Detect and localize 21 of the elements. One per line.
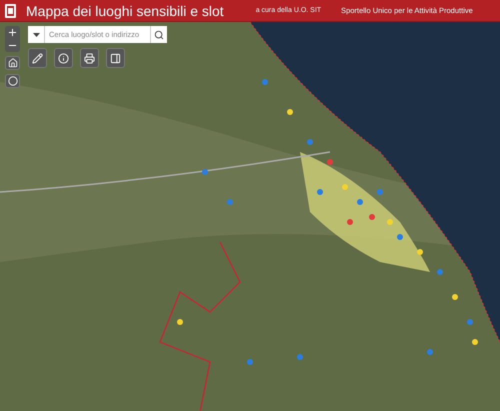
- zoom-in-button[interactable]: [5, 26, 20, 39]
- app-title: Mappa dei luoghi sensibili e slot: [26, 2, 224, 18]
- info-button[interactable]: [54, 48, 73, 68]
- measure-button[interactable]: [28, 48, 47, 68]
- search-icon: [154, 30, 164, 40]
- caret-icon: [32, 32, 40, 36]
- plus-icon: [7, 27, 18, 38]
- printer-icon: [84, 52, 95, 64]
- home-icon: [8, 58, 18, 68]
- info-icon: [58, 52, 69, 64]
- dropdown-button[interactable]: [28, 26, 45, 43]
- home-button[interactable]: [5, 56, 20, 70]
- pencil-icon: [32, 52, 43, 64]
- circle-icon: [8, 76, 18, 86]
- search-button[interactable]: [150, 26, 167, 43]
- panel-button[interactable]: [106, 48, 125, 68]
- logo-icon: [5, 4, 16, 18]
- locate-button[interactable]: [5, 74, 20, 88]
- panel-icon: [110, 52, 121, 64]
- satellite-map-drawing[interactable]: [0, 22, 500, 411]
- print-button[interactable]: [80, 48, 99, 68]
